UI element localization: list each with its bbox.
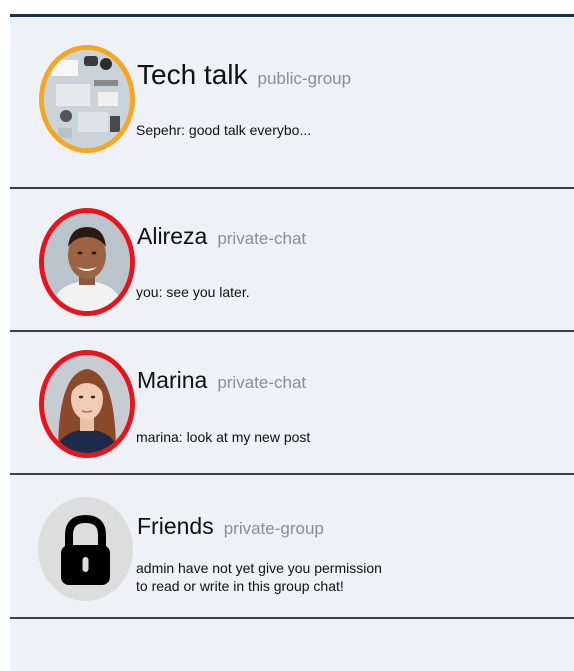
chat-type-label: public-group [257,69,352,88]
last-message-preview: Sepehr: good talk everybo... [136,122,312,138]
group-avatar [39,45,135,153]
woman-portrait-photo [44,355,130,453]
locked-group-avatar [38,497,133,601]
chat-item-friends[interactable]: Friends private-group admin have not yet … [10,475,574,619]
user-avatar [39,208,135,316]
chat-type-label: private-chat [217,373,307,392]
permission-notice-line: admin have not yet give you permission [136,560,382,576]
permission-notice-line: to read or write in this group chat! [136,578,344,594]
chat-name: Tech talk [137,59,248,90]
man-portrait-photo [44,213,130,311]
chat-name: Friends [137,513,214,539]
last-message-preview: you: see you later. [136,284,250,300]
chat-name: Alireza [137,223,208,249]
lock-icon [61,514,110,585]
user-avatar [39,350,135,458]
chat-name: Marina [137,367,208,393]
chat-item-marina[interactable]: Marina private-chat marina: look at my ne… [10,332,574,475]
last-message-preview: marina: look at my new post [136,429,311,445]
chat-item-alireza[interactable]: Alireza private-chat you: see you later. [10,189,574,332]
chat-list: Tech talk public-group Sepehr: good talk … [10,14,574,671]
desk-workspace-photo [44,50,130,148]
permission-notice: admin have not yet give you permission t… [136,559,382,595]
chat-type-label: private-chat [217,229,307,248]
chat-type-label: private-group [223,519,324,538]
chat-item-tech-talk[interactable]: Tech talk public-group Sepehr: good talk … [10,17,574,189]
